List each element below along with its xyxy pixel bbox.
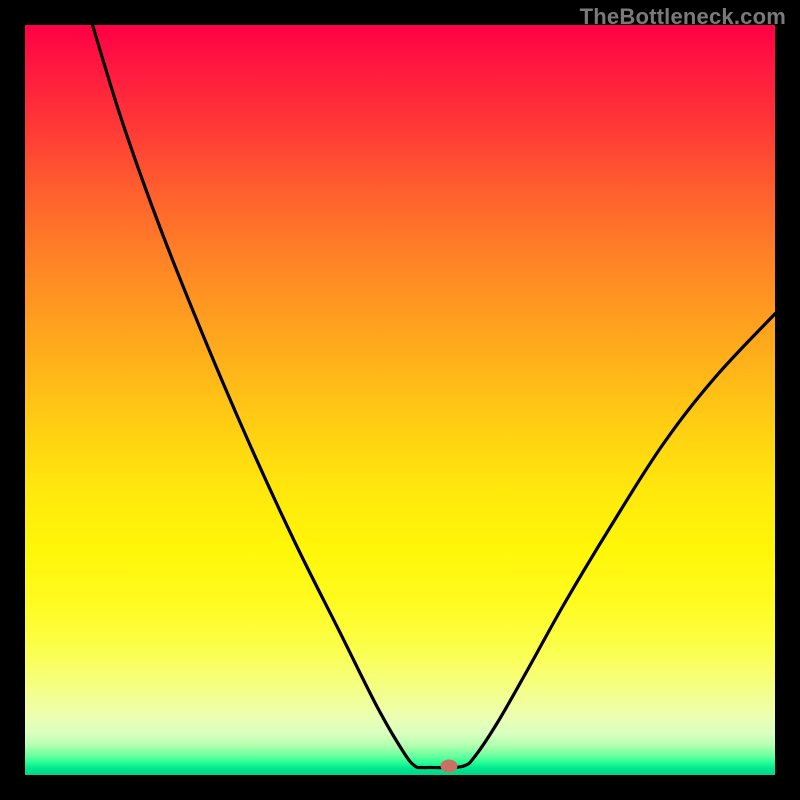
chart-frame: TheBottleneck.com — [0, 0, 800, 800]
watermark-text: TheBottleneck.com — [580, 4, 786, 30]
curve-svg — [25, 25, 775, 775]
bottleneck-curve-line — [93, 25, 776, 768]
plot-area — [25, 25, 775, 775]
optimal-point-marker — [440, 760, 457, 773]
